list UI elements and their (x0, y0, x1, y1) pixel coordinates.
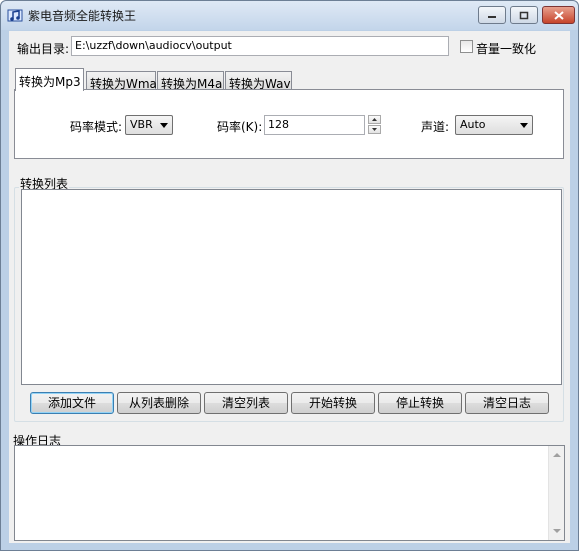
bitrate-label: 码率(K): (217, 120, 263, 134)
add-file-button[interactable]: 添加文件 (30, 392, 114, 414)
tab-mp3[interactable]: 转换为Mp3 (15, 68, 84, 91)
scroll-up-icon[interactable] (553, 453, 561, 457)
spin-up-icon (372, 118, 377, 121)
volume-normalize-checkbox[interactable] (460, 40, 473, 53)
maximize-button[interactable] (510, 6, 538, 24)
conversion-list[interactable] (21, 189, 562, 385)
output-dir-input[interactable]: E:\uzzf\down\audiocv\output (71, 36, 449, 56)
scroll-down-icon[interactable] (553, 529, 561, 533)
music-note-icon (7, 9, 23, 22)
minimize-button[interactable] (478, 6, 506, 24)
chevron-down-icon (520, 123, 528, 128)
start-convert-button[interactable]: 开始转换 (291, 392, 375, 414)
minimize-icon (488, 16, 496, 18)
volume-normalize-label: 音量一致化 (476, 42, 537, 56)
maximize-icon (519, 11, 529, 19)
tab-wav[interactable]: 转换为Wav (225, 71, 292, 91)
chevron-down-icon (160, 123, 168, 128)
tab-m4a[interactable]: 转换为M4a (157, 71, 224, 91)
bitrate-input[interactable]: 128 (264, 115, 365, 135)
bitrate-mode-select[interactable]: VBR (125, 115, 173, 135)
stop-convert-button[interactable]: 停止转换 (378, 392, 462, 414)
channel-select[interactable]: Auto (455, 115, 533, 135)
bitrate-mode-label: 码率模式: (70, 120, 123, 134)
close-icon (553, 10, 564, 20)
channel-value: Auto (460, 118, 486, 131)
bitrate-spin-down[interactable] (368, 125, 381, 134)
log-scrollbar[interactable] (548, 446, 564, 540)
bitrate-spin-up[interactable] (368, 115, 381, 124)
title-bar[interactable]: 紫电音频全能转换王 (1, 1, 578, 30)
tab-panel-mp3: 码率模式: VBR 码率(K): 128 声道: Auto (14, 89, 564, 159)
window-title: 紫电音频全能转换王 (28, 9, 137, 23)
tab-wma[interactable]: 转换为Wma (86, 71, 157, 91)
operation-log[interactable] (14, 445, 565, 541)
client-area: 输出目录: E:\uzzf\down\audiocv\output 音量一致化 … (9, 31, 570, 543)
channel-label: 声道: (421, 120, 450, 134)
spin-down-icon (372, 128, 377, 131)
close-button[interactable] (542, 6, 575, 24)
output-dir-label: 输出目录: (17, 42, 70, 56)
clear-log-button[interactable]: 清空日志 (465, 392, 549, 414)
clear-list-button[interactable]: 清空列表 (204, 392, 288, 414)
main-window: 紫电音频全能转换王 输出目录: E:\uzzf\down\audiocv\out… (0, 0, 579, 551)
bitrate-mode-value: VBR (130, 118, 153, 131)
remove-from-list-button[interactable]: 从列表删除 (117, 392, 201, 414)
